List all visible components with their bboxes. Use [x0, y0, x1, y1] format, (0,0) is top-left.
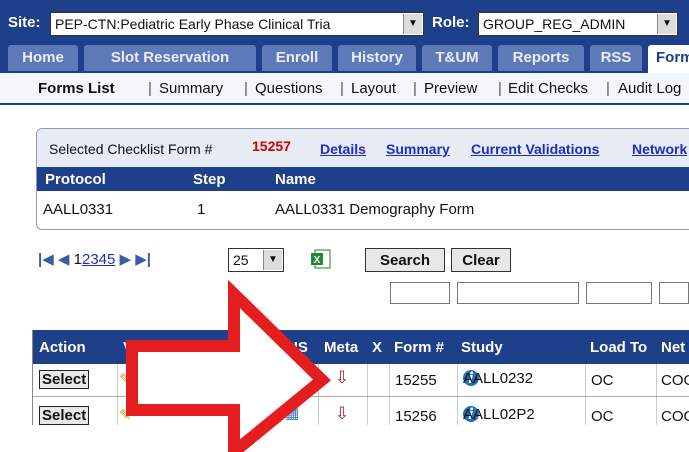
annotation-arrow-icon: [126, 279, 331, 452]
